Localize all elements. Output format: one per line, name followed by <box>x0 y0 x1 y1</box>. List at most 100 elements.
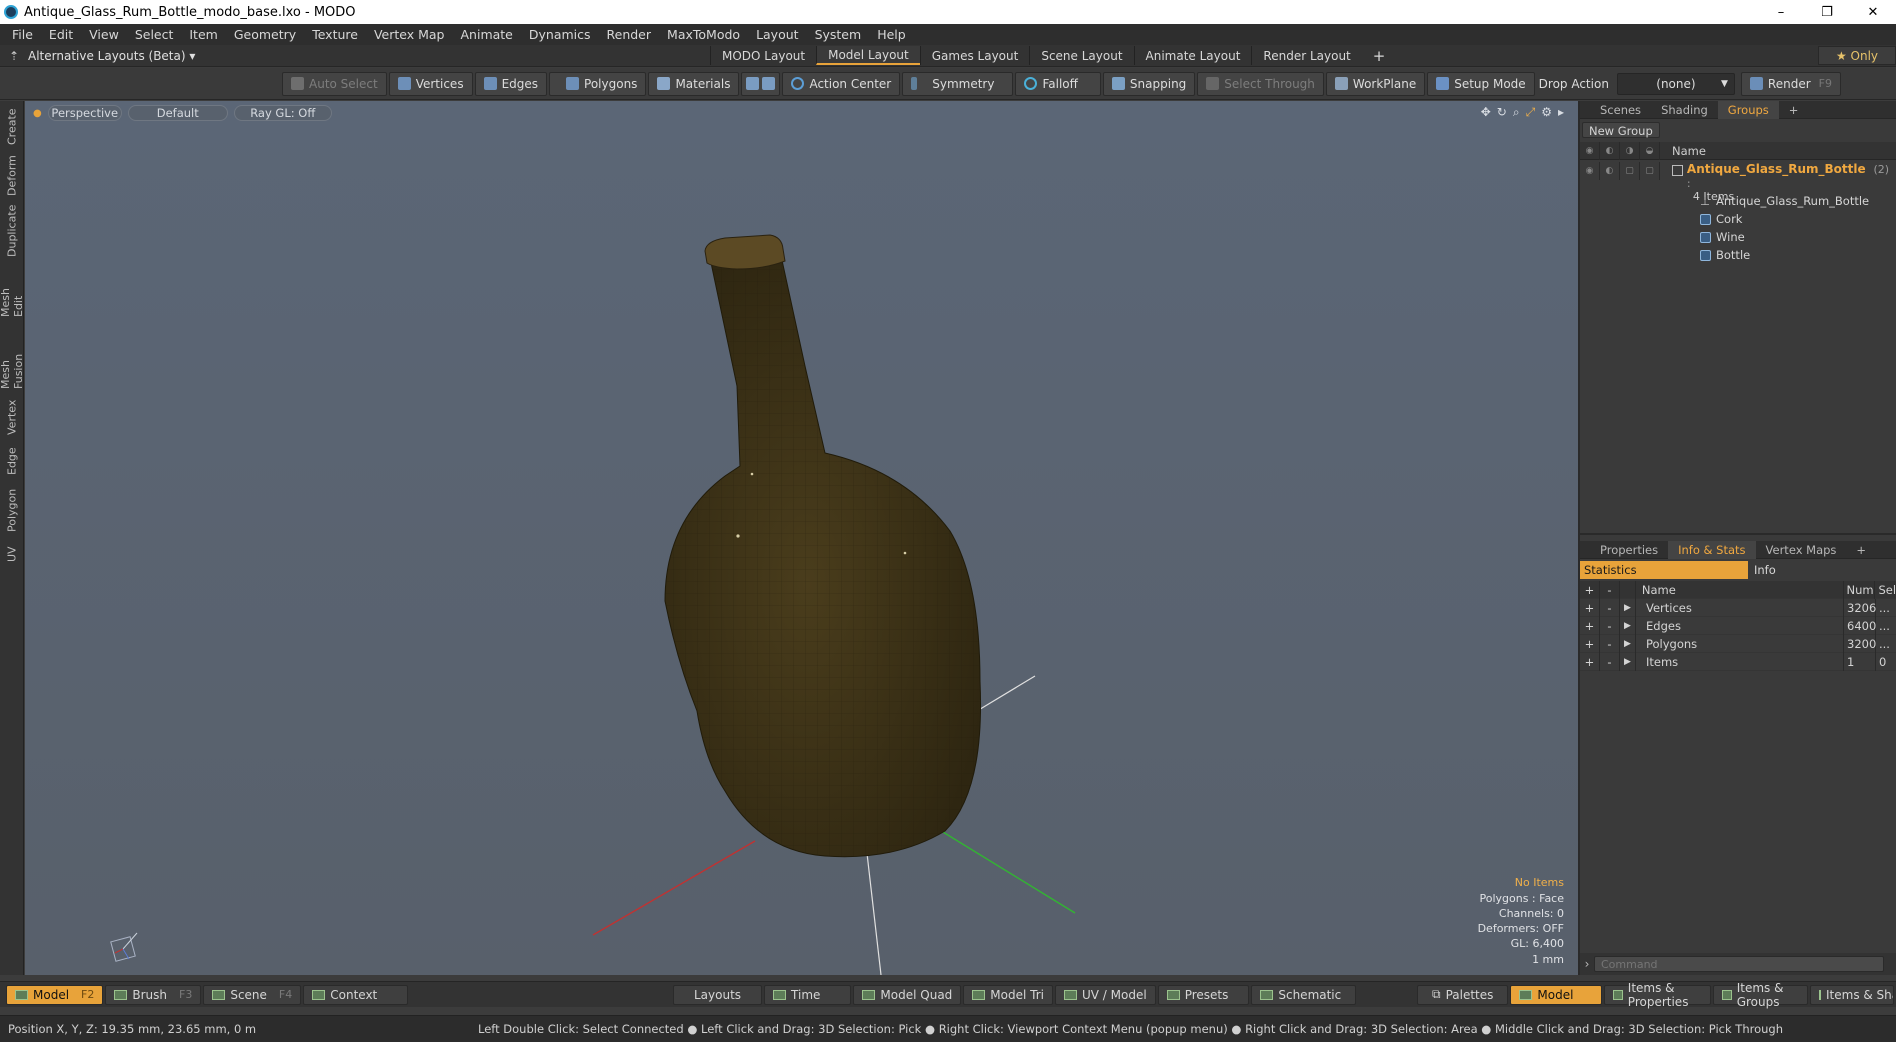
select-through-button[interactable]: Select Through <box>1197 71 1324 96</box>
time-button[interactable]: Time <box>764 984 852 1005</box>
model-tri-button[interactable]: Model Tri <box>963 984 1053 1005</box>
menu-system[interactable]: System <box>807 27 870 42</box>
symmetry-button[interactable]: Symmetry <box>902 71 1014 96</box>
tab-mesh-fusion[interactable]: Mesh Fusion <box>0 325 25 389</box>
polygons-button[interactable]: Polygons <box>549 71 647 96</box>
group-child-locator[interactable]: ⊥ Antique_Glass_Rum_Bottle <box>1580 192 1896 210</box>
stats-row-items[interactable]: + - ▶ Items 1 0 <box>1580 652 1896 671</box>
mode-context-button[interactable]: Context <box>303 984 409 1005</box>
tab-statistics[interactable]: Statistics <box>1580 561 1748 579</box>
stats-row-edges[interactable]: + - ▶ Edges 6400 ... <box>1580 616 1896 635</box>
tab-scene-layout[interactable]: Scene Layout <box>1029 46 1133 65</box>
mode-brush-button[interactable]: Brush F3 <box>105 984 202 1005</box>
model-panel-button[interactable]: Model <box>1510 984 1603 1005</box>
falloff-button[interactable]: Falloff <box>1015 71 1101 96</box>
add-icon[interactable]: + <box>1580 652 1600 671</box>
tab-create[interactable]: Create <box>3 107 21 147</box>
stats-row-polygons[interactable]: + - ▶ Polygons 3200 ... <box>1580 634 1896 653</box>
model-quad-button[interactable]: Model Quad <box>853 984 962 1005</box>
menu-edit[interactable]: Edit <box>41 27 81 42</box>
select-toggle-icon[interactable]: ▢ <box>1640 162 1660 180</box>
expand-arrow-icon[interactable]: ▶ <box>1620 598 1636 617</box>
tab-render-layout[interactable]: Render Layout <box>1251 46 1361 65</box>
menu-texture[interactable]: Texture <box>304 27 366 42</box>
tab-vertex[interactable]: Vertex <box>3 397 21 437</box>
menu-vertex-map[interactable]: Vertex Map <box>366 27 453 42</box>
lock-toggle-icon[interactable]: ▢ <box>1620 162 1640 180</box>
expand-arrow-icon[interactable]: ▶ <box>1620 652 1636 671</box>
group-child-bottle[interactable]: Bottle <box>1580 246 1896 264</box>
group-child-cork[interactable]: Cork <box>1580 210 1896 228</box>
add-tab-button[interactable]: + <box>1779 101 1809 119</box>
drop-action-select[interactable]: (none) ▼ <box>1616 72 1735 95</box>
mode-model-button[interactable]: Model F2 <box>6 984 104 1005</box>
menu-file[interactable]: File <box>4 27 41 42</box>
render-toggle-icon[interactable]: ◐ <box>1600 162 1620 180</box>
only-button[interactable]: ★ Only <box>1818 46 1896 65</box>
group-row[interactable]: ◉ ◐ ▢ ▢ Antique_Glass_Rum_Bottle (2) : 4… <box>1580 160 1896 203</box>
selection-sets-button[interactable] <box>741 71 781 96</box>
3d-viewport[interactable]: ● Perspective Default Ray GL: Off ✥ ↻ ⌕ … <box>25 101 1578 975</box>
remove-icon[interactable]: - <box>1600 634 1620 653</box>
menu-select[interactable]: Select <box>127 27 182 42</box>
tab-duplicate[interactable]: Duplicate <box>3 205 21 257</box>
remove-icon[interactable]: - <box>1600 616 1620 635</box>
tab-deform[interactable]: Deform <box>3 155 21 197</box>
vertices-button[interactable]: Vertices <box>388 71 473 96</box>
tab-groups[interactable]: Groups <box>1717 100 1779 119</box>
group-child-wine[interactable]: Wine <box>1580 228 1896 246</box>
palettes-button[interactable]: ⧉ Palettes <box>1417 984 1509 1005</box>
tab-properties[interactable]: Properties <box>1590 541 1668 559</box>
new-group-button[interactable]: New Group <box>1582 122 1660 138</box>
auto-select-button[interactable]: Auto Select <box>282 71 387 96</box>
add-tab-button[interactable]: + <box>1846 541 1876 559</box>
menu-view[interactable]: View <box>81 27 127 42</box>
tab-vertex-maps[interactable]: Vertex Maps <box>1756 541 1847 559</box>
items-properties-button[interactable]: Items & Properties <box>1604 981 1712 1009</box>
menu-maxtomodo[interactable]: MaxToModo <box>659 27 748 42</box>
uv-model-button[interactable]: UV / Model <box>1054 984 1156 1005</box>
collapse-all-icon[interactable]: - <box>1600 580 1620 599</box>
layouts-button[interactable]: Layouts <box>673 984 763 1005</box>
mode-scene-button[interactable]: Scene F4 <box>203 984 302 1005</box>
visibility-toggle-icon[interactable]: ◉ <box>1580 162 1600 180</box>
tab-model-layout[interactable]: Model Layout <box>816 46 920 65</box>
workplane-button[interactable]: WorkPlane <box>1325 71 1426 96</box>
menu-dynamics[interactable]: Dynamics <box>521 27 599 42</box>
menu-item[interactable]: Item <box>181 27 225 42</box>
collapse-icon[interactable]: ⇡ <box>0 49 28 63</box>
expand-all-icon[interactable]: + <box>1580 580 1600 599</box>
stats-row-vertices[interactable]: + - ▶ Vertices 3206 ... <box>1580 598 1896 617</box>
expand-arrow-icon[interactable]: ▶ <box>1620 634 1636 653</box>
remove-icon[interactable]: - <box>1600 652 1620 671</box>
close-button[interactable]: ✕ <box>1850 0 1896 24</box>
bottle-model[interactable] <box>664 234 982 858</box>
menu-render[interactable]: Render <box>599 27 660 42</box>
tab-mesh-edit[interactable]: Mesh Edit <box>0 265 25 317</box>
tab-info-stats[interactable]: Info & Stats <box>1668 540 1756 559</box>
add-icon[interactable]: + <box>1580 616 1600 635</box>
menu-help[interactable]: Help <box>869 27 914 42</box>
restore-button[interactable]: ❐ <box>1804 0 1850 24</box>
add-layout-button[interactable]: + <box>1362 46 1397 65</box>
minimize-button[interactable]: – <box>1758 0 1804 24</box>
tab-polygon[interactable]: Polygon <box>3 485 21 535</box>
action-center-button[interactable]: Action Center <box>782 71 901 96</box>
setup-mode-button[interactable]: Setup Mode <box>1427 71 1535 96</box>
tab-games-layout[interactable]: Games Layout <box>919 46 1030 65</box>
tab-info[interactable]: Info <box>1748 561 1896 579</box>
add-icon[interactable]: + <box>1580 634 1600 653</box>
materials-button[interactable]: Materials <box>648 71 740 96</box>
tab-animate-layout[interactable]: Animate Layout <box>1133 46 1252 65</box>
tab-uv[interactable]: UV <box>3 543 21 565</box>
add-icon[interactable]: + <box>1580 598 1600 617</box>
items-groups-button[interactable]: Items & Groups <box>1713 981 1808 1009</box>
menu-layout[interactable]: Layout <box>748 27 807 42</box>
remove-icon[interactable]: - <box>1600 598 1620 617</box>
menu-geometry[interactable]: Geometry <box>226 27 304 42</box>
tab-edge[interactable]: Edge <box>3 445 21 477</box>
menu-animate[interactable]: Animate <box>453 27 521 42</box>
expand-arrow-icon[interactable]: ▶ <box>1620 616 1636 635</box>
tab-modo-layout[interactable]: MODO Layout <box>710 46 816 65</box>
presets-button[interactable]: Presets <box>1157 984 1250 1005</box>
